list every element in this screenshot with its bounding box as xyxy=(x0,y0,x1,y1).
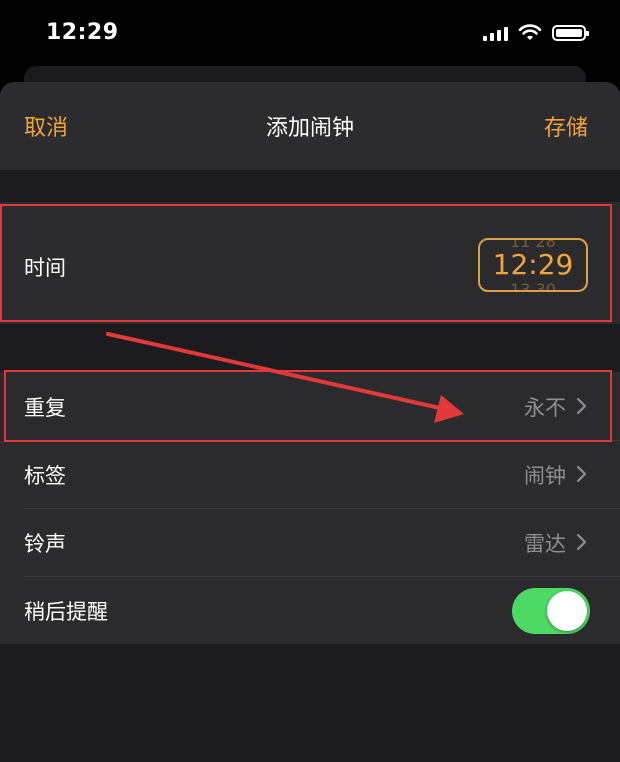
nav-bar: 取消 添加闹钟 存储 xyxy=(0,82,620,170)
chevron-right-icon xyxy=(576,397,587,415)
chevron-right-icon xyxy=(576,533,587,551)
time-picker-next: 13 30 xyxy=(510,280,556,292)
label-row[interactable]: 标签 闹钟 xyxy=(0,440,620,508)
add-alarm-sheet: 取消 添加闹钟 存储 时间 11 28 12:29 13 30 重复 永不 标签… xyxy=(0,82,620,762)
label-label: 标签 xyxy=(24,464,66,488)
time-picker[interactable]: 11 28 12:29 13 30 xyxy=(478,238,588,292)
time-label: 时间 xyxy=(24,256,66,280)
snooze-row: 稍后提醒 xyxy=(0,576,620,644)
repeat-label: 重复 xyxy=(24,396,66,420)
sound-label: 铃声 xyxy=(24,532,66,556)
save-button[interactable]: 存储 xyxy=(544,110,588,142)
toggle-knob xyxy=(547,591,587,631)
label-value: 闹钟 xyxy=(524,464,566,488)
repeat-row[interactable]: 重复 永不 xyxy=(0,372,620,440)
battery-icon xyxy=(552,25,589,41)
wifi-icon xyxy=(518,24,542,40)
status-icons xyxy=(483,24,589,42)
sound-value: 雷达 xyxy=(524,532,566,556)
snooze-label: 稍后提醒 xyxy=(24,600,108,624)
time-picker-value: 12:29 xyxy=(492,248,574,281)
status-time: 12:29 xyxy=(46,20,119,45)
time-row: 时间 11 28 12:29 13 30 xyxy=(0,202,620,324)
sound-row[interactable]: 铃声 雷达 xyxy=(0,508,620,576)
repeat-value: 永不 xyxy=(524,396,566,420)
snooze-toggle[interactable] xyxy=(512,588,590,634)
cellular-signal-icon xyxy=(483,25,508,41)
settings-group: 重复 永不 标签 闹钟 铃声 雷达 稍后提醒 xyxy=(0,372,620,644)
status-bar: 12:29 xyxy=(0,0,620,68)
chevron-right-icon xyxy=(576,465,587,483)
page-title: 添加闹钟 xyxy=(265,116,354,141)
